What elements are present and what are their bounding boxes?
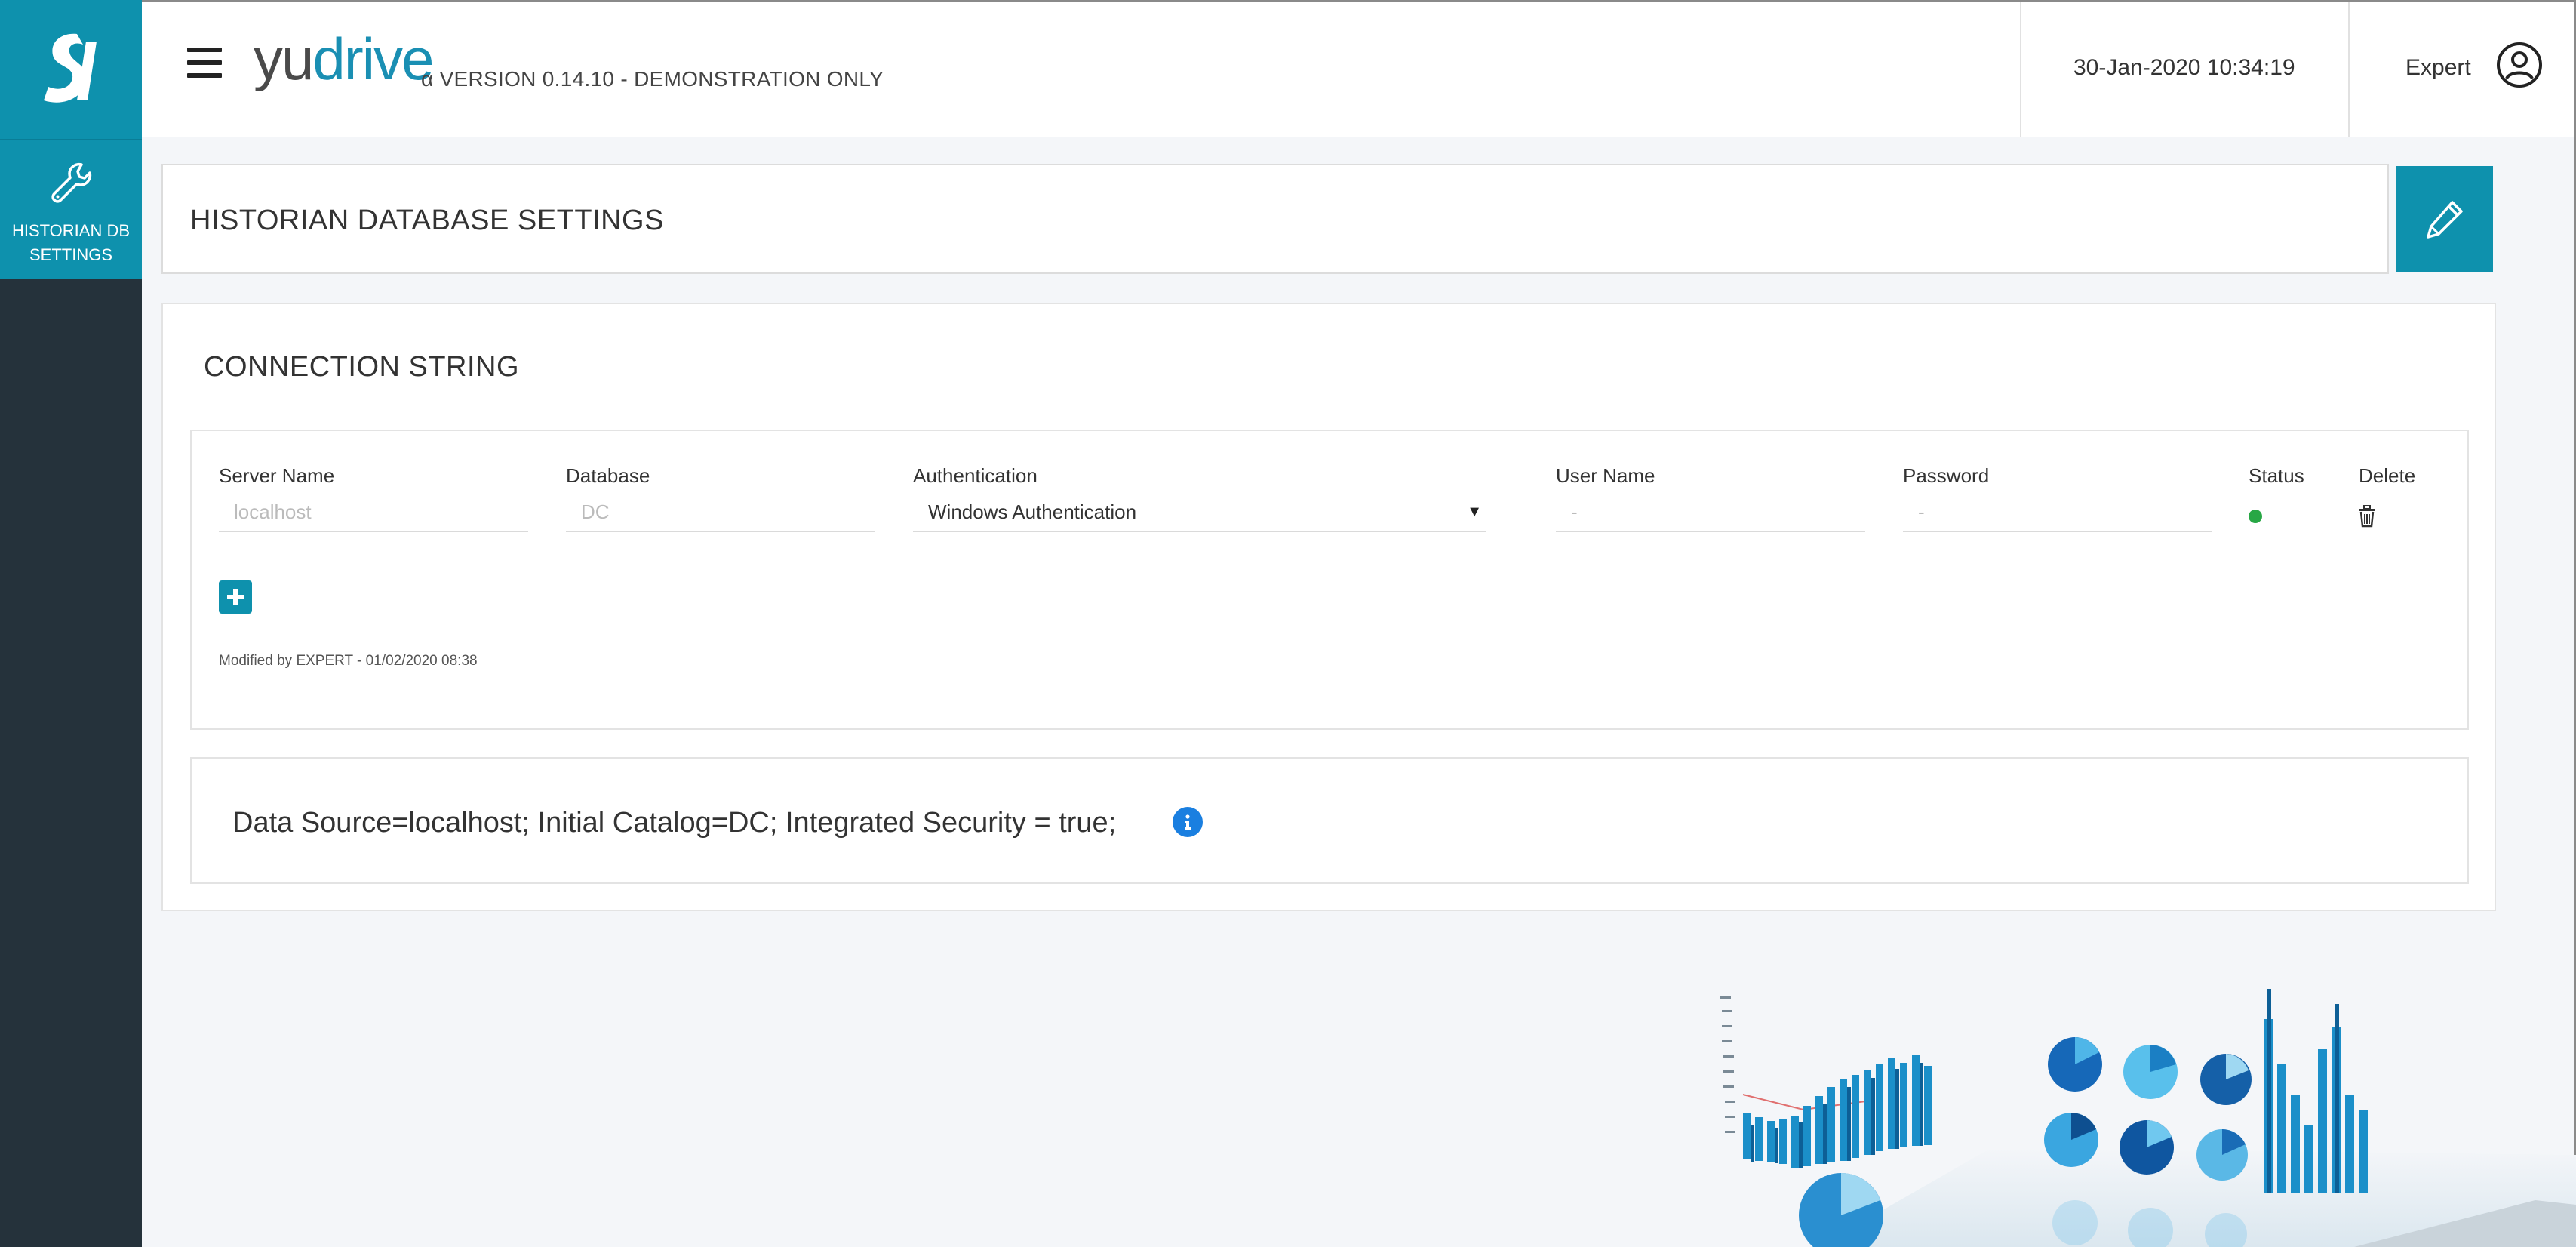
connection-string-panel: Data Source=localhost; Initial Catalog=D… — [190, 757, 2469, 884]
connection-card: CONNECTION STRING Server Name Database A… — [161, 303, 2496, 911]
section-title: CONNECTION STRING — [204, 351, 520, 383]
page-title-panel: HISTORIAN DATABASE SETTINGS — [161, 164, 2389, 274]
brand-drive: drive — [312, 26, 434, 92]
wrench-icon — [51, 162, 92, 203]
chevron-down-icon: ▼ — [1467, 503, 1482, 520]
page-title: HISTORIAN DATABASE SETTINGS — [190, 205, 664, 236]
column-header-database: Database — [566, 464, 650, 487]
authentication-value: Windows Authentication — [928, 500, 1137, 523]
modified-info: Modified by EXPERT - 01/02/2020 08:38 — [219, 653, 478, 669]
analytics-illustration — [1720, 989, 2576, 1247]
info-icon[interactable] — [1173, 807, 1203, 837]
sidebar-item-historian-db-settings[interactable]: HISTORIAN DB SETTINGS — [0, 139, 142, 279]
column-header-authentication: Authentication — [913, 464, 1037, 487]
column-header-user-name: User Name — [1556, 464, 1655, 487]
server-name-input[interactable]: localhost — [219, 493, 528, 532]
sidebar: HISTORIAN DB SETTINGS — [0, 0, 142, 1247]
edit-button[interactable] — [2396, 166, 2493, 272]
column-header-server: Server Name — [219, 464, 335, 487]
user-name[interactable]: Expert — [2405, 55, 2471, 81]
connection-table: Server Name Database Authentication User… — [190, 430, 2469, 730]
column-header-delete: Delete — [2359, 464, 2416, 487]
plus-icon — [227, 589, 244, 605]
add-connection-button[interactable] — [219, 580, 252, 614]
sidebar-item-label: HISTORIAN DB SETTINGS — [11, 221, 131, 264]
user-name-input[interactable]: - — [1556, 493, 1865, 532]
pencil-icon — [2427, 201, 2463, 239]
top-header: yudrive α VERSION 0.14.10 - DEMONSTRATIO… — [142, 2, 2574, 137]
column-header-status: Status — [2249, 464, 2304, 487]
status-indicator — [2249, 510, 2262, 523]
header-divider — [2348, 2, 2350, 137]
brand-logo: yudrive — [254, 25, 434, 93]
hamburger-menu-icon[interactable] — [187, 48, 222, 78]
column-header-password: Password — [1903, 464, 1990, 487]
current-datetime: 30-Jan-2020 10:34:19 — [2073, 55, 2295, 80]
database-input[interactable]: DC — [566, 493, 875, 532]
trash-icon[interactable] — [2357, 505, 2377, 528]
version-label: α VERSION 0.14.10 - DEMONSTRATION ONLY — [421, 67, 884, 91]
header-divider — [2020, 2, 2021, 137]
authentication-select[interactable]: Windows Authentication ▼ — [913, 493, 1486, 532]
app-logo[interactable] — [0, 0, 142, 139]
connection-string-text: Data Source=localhost; Initial Catalog=D… — [232, 807, 1117, 839]
brand-yu: yu — [254, 26, 314, 92]
password-input[interactable]: - — [1903, 493, 2212, 532]
sv-logo-icon — [44, 33, 97, 103]
user-account-icon[interactable] — [2496, 42, 2543, 88]
